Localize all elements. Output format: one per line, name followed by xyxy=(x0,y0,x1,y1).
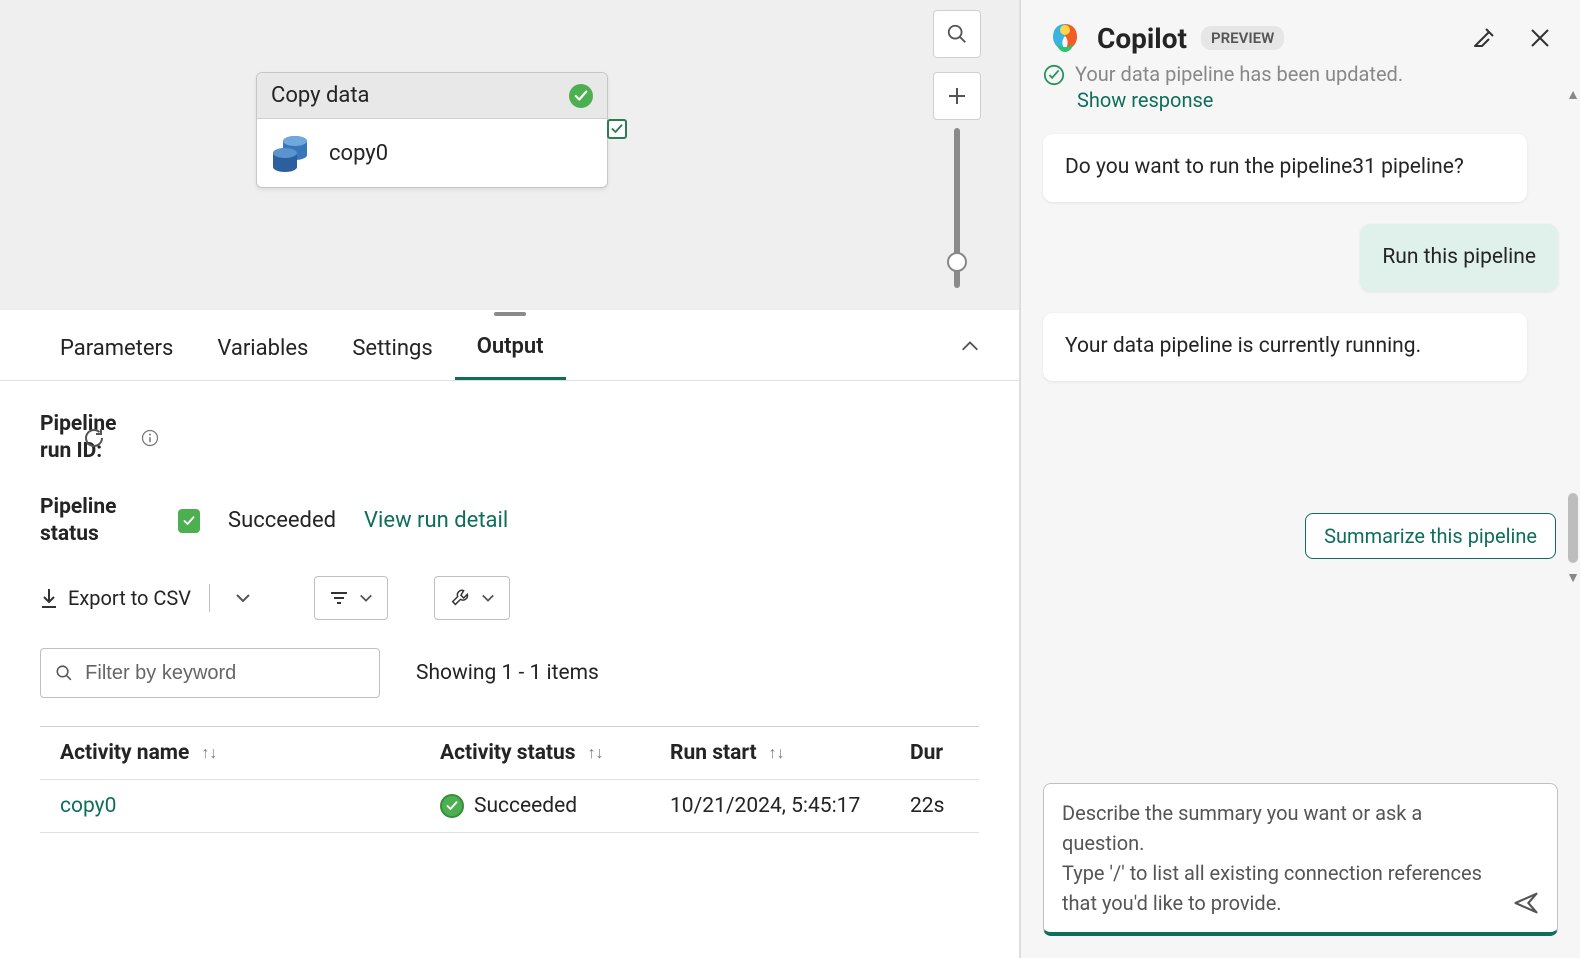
export-csv-label: Export to CSV xyxy=(68,586,191,610)
activity-name: copy0 xyxy=(329,141,388,166)
activity-runs-table: Activity name ↑↓ Activity status ↑↓ Run … xyxy=(40,726,979,833)
filter-row: Showing 1 - 1 items xyxy=(40,648,979,698)
scroll-thumb[interactable] xyxy=(1568,493,1578,563)
collapse-panel-button[interactable] xyxy=(959,336,981,363)
sort-icon: ↑↓ xyxy=(201,743,217,763)
broom-icon xyxy=(1472,26,1496,50)
close-icon xyxy=(1529,27,1551,49)
sort-icon: ↑↓ xyxy=(588,743,604,763)
search-tool[interactable] xyxy=(933,10,981,58)
export-csv-button[interactable]: Export to CSV xyxy=(40,586,191,610)
chevron-down-icon xyxy=(235,590,251,606)
zoom-in-button[interactable] xyxy=(933,72,981,120)
user-message: Run this pipeline xyxy=(1360,224,1558,292)
download-icon xyxy=(40,587,58,609)
copilot-title: Copilot xyxy=(1097,22,1187,55)
preview-badge: PREVIEW xyxy=(1201,26,1284,50)
status-value: Succeeded xyxy=(228,508,336,533)
suggestion-chip[interactable]: Summarize this pipeline xyxy=(1305,513,1556,559)
col-run-start[interactable]: Run start ↑↓ xyxy=(670,741,910,765)
output-panel: Parameters Variables Settings Output Pip… xyxy=(0,310,1019,958)
output-toolbar: Export to CSV xyxy=(40,576,979,620)
info-button[interactable] xyxy=(136,424,164,452)
col-duration[interactable]: Dur xyxy=(910,741,959,765)
search-icon xyxy=(55,663,73,683)
copilot-input-placeholder: Describe the summary you want or ask a q… xyxy=(1062,798,1501,918)
tab-variables[interactable]: Variables xyxy=(195,320,330,379)
activity-node-copy-data[interactable]: Copy data copy0 xyxy=(256,72,608,188)
copilot-header: Copilot PREVIEW xyxy=(1021,0,1580,64)
database-icon xyxy=(271,131,311,175)
partial-status: Your data pipeline has been updated. xyxy=(1043,64,1558,86)
activity-body: copy0 xyxy=(257,119,607,187)
wrench-icon xyxy=(449,587,471,609)
pipeline-run-id-row: Pipeline run ID: xyxy=(40,411,979,466)
tab-parameters[interactable]: Parameters xyxy=(38,320,195,379)
assistant-message: Do you want to run the pipeline31 pipeli… xyxy=(1043,134,1527,202)
panel-resize-grip[interactable] xyxy=(0,310,1019,318)
zoom-slider[interactable] xyxy=(954,128,960,288)
copilot-input[interactable]: Describe the summary you want or ask a q… xyxy=(1043,783,1558,936)
plus-icon xyxy=(947,86,967,106)
filter-lines-icon xyxy=(329,590,349,606)
search-icon xyxy=(946,23,968,45)
clear-chat-button[interactable] xyxy=(1470,24,1498,52)
check-circle-icon xyxy=(1043,64,1065,86)
sort-icon: ↑↓ xyxy=(769,743,785,763)
settings-wrench-button[interactable] xyxy=(434,576,510,620)
cell-duration: 22s xyxy=(910,794,959,818)
copilot-scrollbar[interactable]: ▲ ▼ xyxy=(1566,86,1580,586)
tab-output[interactable]: Output xyxy=(455,318,566,380)
cell-activity-name[interactable]: copy0 xyxy=(60,794,440,818)
pipeline-status-row: Pipeline status Succeeded View run detai… xyxy=(40,494,979,549)
show-response-link[interactable]: Show response xyxy=(1043,88,1558,112)
chevron-down-icon xyxy=(481,591,495,605)
scroll-down-icon: ▼ xyxy=(1566,569,1580,586)
activity-header: Copy data xyxy=(257,73,607,119)
pipeline-canvas[interactable]: Copy data copy0 xyxy=(0,0,1019,310)
copilot-messages[interactable]: Your data pipeline has been updated. Sho… xyxy=(1021,64,1580,769)
col-activity-status[interactable]: Activity status ↑↓ xyxy=(440,741,670,765)
panel-tabs: Parameters Variables Settings Output xyxy=(0,318,1019,381)
cell-activity-status: Succeeded xyxy=(440,794,670,818)
chevron-down-icon xyxy=(359,591,373,605)
info-icon xyxy=(140,428,160,448)
status-label: Pipeline status xyxy=(40,494,150,549)
tab-settings[interactable]: Settings xyxy=(330,320,454,379)
send-icon xyxy=(1512,889,1540,917)
filter-columns-button[interactable] xyxy=(314,576,388,620)
status-shield-icon xyxy=(178,509,200,533)
pipeline-editor: Copy data copy0 xyxy=(0,0,1020,958)
divider xyxy=(209,584,210,612)
refresh-icon xyxy=(82,426,106,450)
table-row[interactable]: copy0 Succeeded 10/21/2024, 5:45:17 22s xyxy=(40,780,979,833)
copilot-pane: Copilot PREVIEW Your data pipeline has b… xyxy=(1020,0,1580,958)
showing-count: Showing 1 - 1 items xyxy=(416,661,599,685)
export-options-button[interactable] xyxy=(228,583,258,613)
scroll-up-icon: ▲ xyxy=(1566,86,1580,103)
zoom-thumb[interactable] xyxy=(947,252,967,272)
chevron-up-icon xyxy=(959,336,981,358)
assistant-message: Your data pipeline is currently running. xyxy=(1043,313,1527,381)
col-activity-name[interactable]: Activity name ↑↓ xyxy=(60,741,440,765)
canvas-tools xyxy=(933,10,981,288)
view-run-detail-link[interactable]: View run detail xyxy=(364,508,508,533)
send-button[interactable] xyxy=(1509,886,1543,920)
activity-title: Copy data xyxy=(271,83,370,108)
cell-run-start: 10/21/2024, 5:45:17 xyxy=(670,794,910,818)
filter-keyword-input[interactable] xyxy=(83,661,365,686)
success-check-icon xyxy=(569,84,593,108)
filter-keyword-input-wrap xyxy=(40,648,380,698)
refresh-button[interactable] xyxy=(80,424,108,452)
table-header: Activity name ↑↓ Activity status ↑↓ Run … xyxy=(40,727,979,780)
success-check-icon xyxy=(440,794,464,818)
copilot-logo-icon xyxy=(1047,20,1083,56)
close-copilot-button[interactable] xyxy=(1526,24,1554,52)
output-port-success[interactable] xyxy=(607,119,627,139)
